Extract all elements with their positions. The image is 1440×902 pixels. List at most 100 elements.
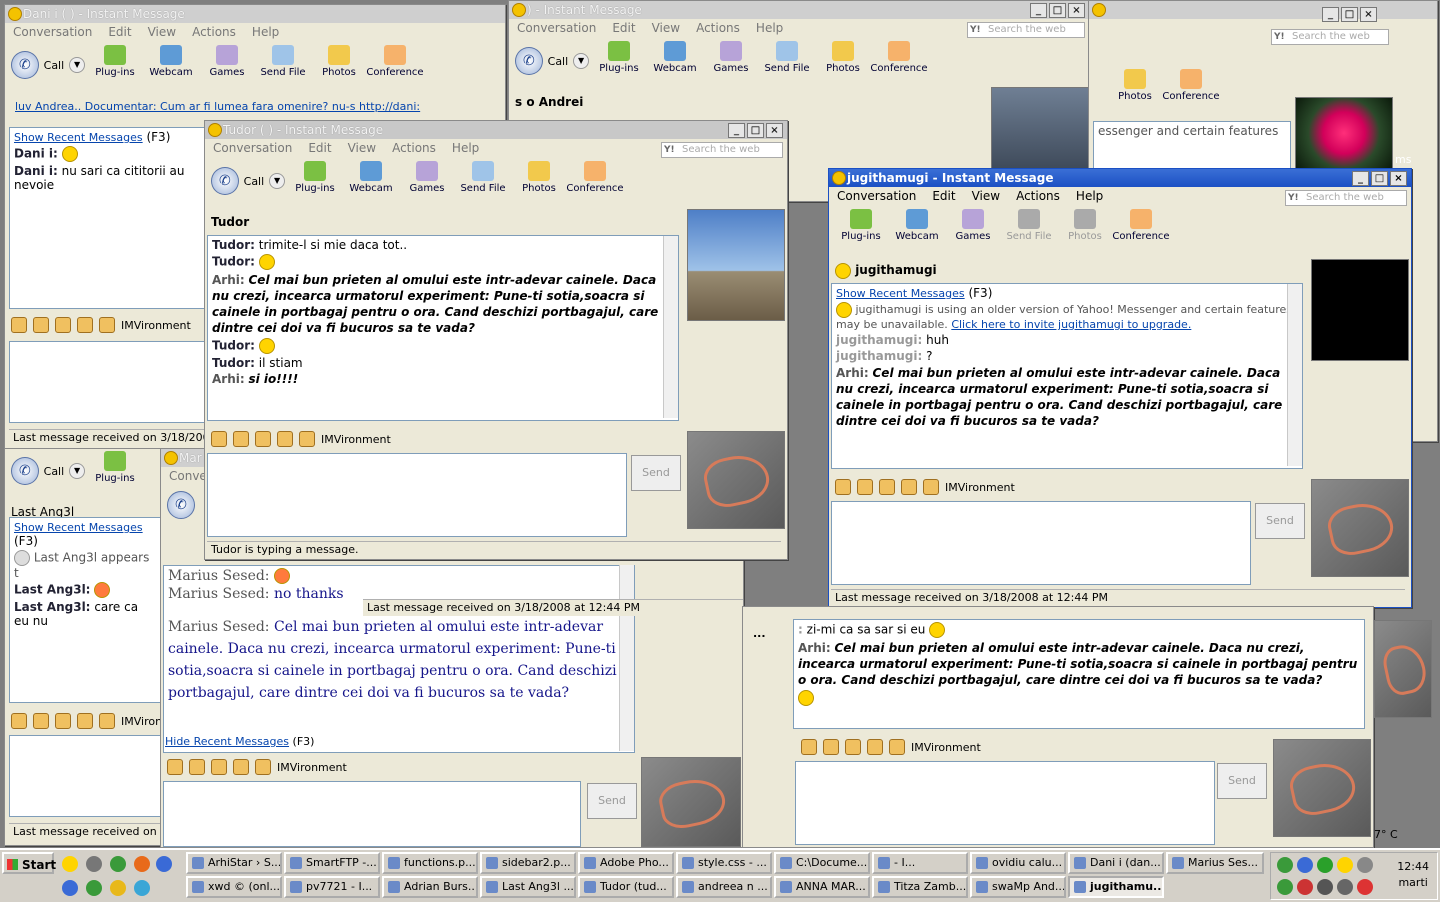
conference-button[interactable]: Conference — [1112, 209, 1170, 242]
menu-edit[interactable]: Edit — [932, 187, 955, 205]
photos-button[interactable]: Photos — [513, 161, 565, 194]
webcam-button[interactable]: Webcam — [649, 41, 701, 74]
imvironment-icon[interactable] — [99, 713, 115, 729]
emoticon-icon[interactable] — [11, 317, 27, 333]
taskbar-button[interactable]: andreea n ... — [676, 876, 772, 898]
chevron-down-icon[interactable]: ▼ — [269, 173, 285, 189]
titlebar-jugithamugi[interactable]: jugithamugi - Instant Message _ □ × — [829, 169, 1411, 187]
close-button[interactable]: × — [1390, 171, 1407, 186]
taskbar-button[interactable]: - I... — [872, 852, 968, 874]
webcam-button[interactable]: Webcam — [345, 161, 397, 194]
status-message[interactable]: luv Andrea.. Documentar: Cum ar fi lumea… — [5, 97, 505, 117]
photos-button[interactable]: Photos — [313, 45, 365, 78]
own-avatar-image[interactable] — [687, 431, 785, 529]
taskbar-button[interactable]: Tudor (tud... — [578, 876, 674, 898]
menu-view[interactable]: View — [148, 23, 176, 41]
call-button[interactable]: ✆ Call ▼ — [11, 451, 85, 485]
message-input[interactable] — [163, 781, 581, 847]
burst-icon[interactable] — [277, 431, 293, 447]
tray-icon[interactable] — [1317, 857, 1333, 873]
maximize-button[interactable]: □ — [1341, 7, 1358, 22]
menu-actions[interactable]: Actions — [392, 139, 436, 157]
conversation-pane[interactable]: essenger and certain features — [1093, 121, 1291, 173]
avatar-image[interactable] — [641, 757, 741, 847]
tray-icon[interactable] — [1337, 879, 1353, 895]
titlebar-tudor[interactable]: Tudor ( ) - Instant Message _ □ × — [205, 121, 787, 139]
chevron-down-icon[interactable]: ▼ — [69, 463, 85, 479]
messenger-quicklaunch-icon[interactable] — [62, 856, 78, 872]
message-input[interactable] — [207, 453, 627, 537]
show-recent-link[interactable]: Show Recent Messages — [14, 131, 143, 144]
search-input[interactable]: Search the web — [1271, 29, 1389, 45]
imvironment-icon[interactable] — [299, 431, 315, 447]
conversation-pane[interactable]: Show Recent Messages (F3) Dani i: Dani i… — [9, 127, 207, 309]
call-button[interactable]: ✆ Call ▼ — [11, 45, 85, 79]
burst-icon[interactable] — [901, 479, 917, 495]
taskbar-button[interactable]: C:\Docume... — [774, 852, 870, 874]
menu-help[interactable]: Help — [452, 139, 479, 157]
plugins-button[interactable]: Plug-ins — [593, 41, 645, 74]
menu-actions[interactable]: Actions — [192, 23, 236, 41]
search-input[interactable]: Search the web — [661, 142, 783, 158]
maximize-button[interactable]: □ — [1049, 3, 1066, 18]
conference-button[interactable]: Conference — [366, 45, 424, 78]
conference-button[interactable]: Conference — [566, 161, 624, 194]
font-icon[interactable] — [845, 739, 861, 755]
photos-button[interactable]: Photos — [817, 41, 869, 74]
tray-icon[interactable] — [1357, 879, 1373, 895]
menu-view[interactable]: View — [348, 139, 376, 157]
tray-icon[interactable] — [1337, 857, 1353, 873]
font-icon[interactable] — [879, 479, 895, 495]
audible-icon[interactable] — [33, 713, 49, 729]
games-button[interactable]: Games — [705, 41, 757, 74]
imvironment-icon[interactable] — [255, 759, 271, 775]
send-button[interactable]: Send — [631, 455, 681, 491]
font-icon[interactable] — [55, 713, 71, 729]
emoticon-icon[interactable] — [801, 739, 817, 755]
message-input[interactable] — [831, 501, 1251, 585]
taskbar-button[interactable]: xwd © (onl... — [186, 876, 282, 898]
firefox-icon[interactable] — [134, 856, 150, 872]
start-button[interactable]: Start — [2, 852, 56, 874]
conference-button[interactable]: Conference — [870, 41, 928, 74]
audible-icon[interactable] — [857, 479, 873, 495]
menu-edit[interactable]: Edit — [308, 139, 331, 157]
plugins-button[interactable]: Plug-ins — [289, 161, 341, 194]
close-button[interactable]: × — [1068, 3, 1085, 18]
tray-icon[interactable] — [1317, 879, 1333, 895]
burst-icon[interactable] — [867, 739, 883, 755]
message-input[interactable] — [795, 761, 1215, 845]
audible-icon[interactable] — [33, 317, 49, 333]
conversation-pane[interactable]: Show Recent Messages (F3) jugithamugi is… — [831, 283, 1303, 469]
burst-icon[interactable] — [77, 317, 93, 333]
chevron-down-icon[interactable]: ▼ — [69, 57, 85, 73]
imvironment-icon[interactable] — [99, 317, 115, 333]
tray-icon[interactable] — [1277, 857, 1293, 873]
avatar-image[interactable] — [1311, 259, 1409, 361]
own-avatar-image[interactable] — [1311, 479, 1409, 577]
taskbar-button[interactable]: Adrian Burs... — [382, 876, 478, 898]
message-input[interactable] — [9, 341, 207, 423]
titlebar-andrei[interactable]: ) - Instant Message _ □ × — [509, 1, 1089, 19]
search-input[interactable]: Search the web — [1285, 190, 1407, 206]
burst-icon[interactable] — [77, 713, 93, 729]
emoticon-icon[interactable] — [835, 479, 851, 495]
games-button[interactable]: Games — [947, 209, 999, 242]
conversation-pane[interactable]: Marius Sesed: Marius Sesed: no thanks Ma… — [163, 565, 635, 753]
own-avatar-image[interactable] — [1273, 739, 1371, 837]
taskbar-button-active[interactable]: jugithamu... — [1068, 876, 1164, 898]
emoticon-icon[interactable] — [211, 431, 227, 447]
send-file-button[interactable]: Send File — [457, 161, 509, 194]
menu-conversation[interactable]: Conversation — [837, 187, 916, 205]
hide-recent-link[interactable]: Hide Recent Messages — [165, 735, 289, 748]
audible-icon[interactable] — [233, 431, 249, 447]
app-quicklaunch-icon[interactable] — [110, 856, 126, 872]
taskbar-button[interactable]: Last Ang3l ... — [480, 876, 576, 898]
scrollbar[interactable] — [1287, 284, 1302, 466]
minimize-button[interactable]: _ — [728, 123, 745, 138]
menu-edit[interactable]: Edit — [108, 23, 131, 41]
search-input[interactable]: Search the web — [967, 22, 1085, 38]
show-recent-link[interactable]: Show Recent Messages — [836, 287, 965, 300]
taskbar-button[interactable]: ArhiStar › S... — [186, 852, 282, 874]
plugins-button[interactable]: Plug-ins — [89, 45, 141, 78]
